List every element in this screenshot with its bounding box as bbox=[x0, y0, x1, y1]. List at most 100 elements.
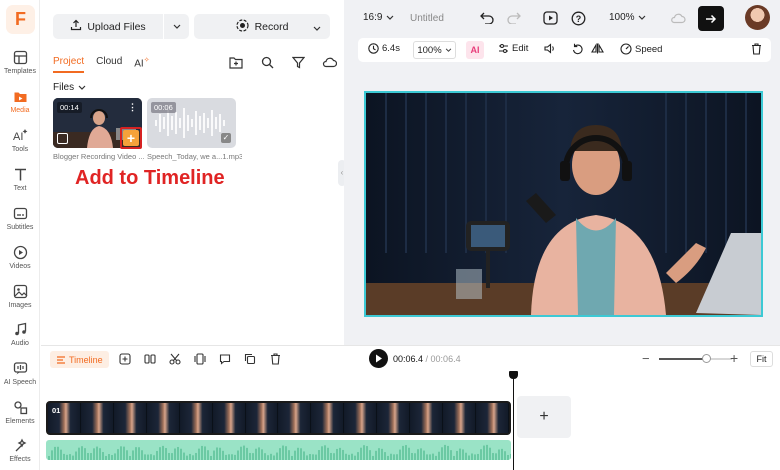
project-title[interactable]: Untitled bbox=[410, 13, 444, 24]
upload-files-button[interactable]: Upload Files bbox=[53, 14, 189, 39]
record-button[interactable]: Record bbox=[194, 14, 330, 39]
fit-button[interactable]: Fit bbox=[750, 351, 773, 367]
checkbox-icon[interactable]: ✓ bbox=[221, 133, 231, 143]
media-tabs: Project Cloud AI✧ bbox=[53, 56, 150, 74]
edit-button[interactable]: Edit bbox=[498, 43, 528, 54]
duplicate-icon[interactable] bbox=[243, 352, 257, 366]
sidebar-item-audio[interactable]: Audio bbox=[0, 320, 40, 356]
add-clip-button[interactable]: + bbox=[517, 396, 571, 438]
timeline-zoom-slider[interactable] bbox=[659, 354, 732, 363]
rotate-icon[interactable] bbox=[572, 43, 583, 55]
waveform-bar bbox=[216, 447, 218, 460]
waveform-bar bbox=[339, 447, 341, 460]
video-type-icon bbox=[57, 133, 68, 144]
sliders-icon bbox=[499, 44, 508, 53]
files-section-header[interactable]: Files bbox=[53, 82, 86, 93]
video-preview-frame[interactable] bbox=[364, 91, 763, 317]
upload-dropdown-chevron-down-icon[interactable] bbox=[164, 24, 189, 29]
waveform-bar bbox=[93, 448, 95, 460]
help-icon[interactable]: ? bbox=[570, 10, 586, 26]
sidebar-item-effects[interactable]: Effects bbox=[0, 436, 40, 470]
split-icon[interactable] bbox=[143, 352, 157, 366]
media-card-audio[interactable]: 00:06 ✓ bbox=[147, 98, 236, 148]
upload-files-label: Upload Files bbox=[87, 20, 146, 33]
zoom-select[interactable]: 100% bbox=[609, 12, 646, 23]
waveform-bar bbox=[333, 453, 335, 460]
tab-cloud[interactable]: Cloud bbox=[96, 56, 122, 73]
flip-icon[interactable] bbox=[591, 43, 604, 54]
timeline-tab[interactable]: Timeline bbox=[50, 351, 109, 368]
zoom-slider-knob[interactable] bbox=[702, 354, 712, 363]
speed-button[interactable]: Speed bbox=[620, 43, 662, 55]
waveform-bar bbox=[432, 453, 434, 460]
tab-ai[interactable]: AI✧ bbox=[134, 56, 149, 73]
add-media-icon[interactable] bbox=[118, 352, 132, 366]
cloud-icon[interactable] bbox=[320, 53, 338, 71]
track-number: 01 bbox=[52, 406, 61, 415]
tab-project[interactable]: Project bbox=[53, 56, 85, 74]
waveform-bar bbox=[249, 452, 251, 460]
waveform-bar bbox=[408, 447, 410, 460]
clip-frame bbox=[146, 403, 180, 433]
waveform-bar bbox=[171, 453, 173, 460]
duration-control[interactable]: 6.4s bbox=[368, 43, 400, 54]
sidebar-item-videos[interactable]: Videos bbox=[0, 243, 40, 279]
edit-label: Edit bbox=[512, 43, 529, 54]
waveform-bar bbox=[60, 449, 62, 460]
sidebar-item-text[interactable]: Text bbox=[0, 165, 40, 201]
sidebar-item-label: AI Speech bbox=[3, 379, 37, 386]
sidebar-item-templates[interactable]: Templates bbox=[0, 48, 40, 84]
filter-icon[interactable] bbox=[289, 53, 307, 71]
waveform-bar bbox=[195, 452, 197, 460]
waveform-bar bbox=[168, 452, 170, 460]
more-options-icon[interactable]: ⋮ bbox=[128, 102, 137, 113]
scale-select[interactable]: 100% bbox=[413, 41, 456, 59]
preview-play-icon[interactable] bbox=[542, 10, 558, 26]
export-button[interactable] bbox=[698, 6, 724, 31]
undo-icon[interactable] bbox=[479, 10, 495, 26]
scissors-icon[interactable] bbox=[168, 352, 182, 366]
sidebar-item-images[interactable]: Images bbox=[0, 282, 40, 318]
waveform-bar bbox=[198, 448, 200, 460]
waveform-bar bbox=[426, 454, 428, 460]
scale-value: 100% bbox=[417, 44, 442, 56]
search-icon[interactable] bbox=[258, 53, 276, 71]
new-folder-icon[interactable] bbox=[227, 53, 245, 71]
waveform-bar bbox=[294, 450, 296, 460]
freeze-frame-icon[interactable] bbox=[193, 352, 207, 366]
ai-enhance-button[interactable]: AI bbox=[466, 41, 484, 59]
trash-icon[interactable] bbox=[751, 43, 762, 55]
playhead-handle[interactable] bbox=[509, 371, 518, 379]
add-to-timeline-button[interactable]: + bbox=[123, 130, 139, 146]
chevron-down-icon[interactable] bbox=[313, 22, 321, 34]
waveform-bar bbox=[357, 452, 359, 460]
sidebar-item-tools[interactable]: AI Tools bbox=[0, 126, 40, 162]
playhead-line[interactable] bbox=[513, 377, 514, 470]
waveform-bar bbox=[288, 450, 290, 460]
waveform-bar bbox=[447, 445, 449, 460]
audio-track-clip[interactable] bbox=[46, 440, 511, 460]
cloud-sync-icon[interactable] bbox=[670, 10, 686, 26]
zoom-out-button[interactable]: − bbox=[642, 351, 650, 366]
sidebar-item-subtitles[interactable]: Subtitles bbox=[0, 204, 40, 240]
sidebar-item-elements[interactable]: Elements bbox=[0, 398, 40, 434]
waveform-bar bbox=[270, 453, 272, 460]
app-logo[interactable]: F bbox=[6, 5, 35, 34]
aspect-ratio-select[interactable]: 16:9 bbox=[363, 12, 394, 23]
zoom-in-button[interactable]: + bbox=[730, 350, 738, 366]
waveform-bar bbox=[141, 450, 143, 460]
sidebar-item-ai-speech[interactable]: AI Speech bbox=[0, 359, 40, 395]
trash-icon[interactable] bbox=[268, 352, 282, 366]
redo-icon[interactable] bbox=[506, 10, 522, 26]
user-avatar[interactable] bbox=[745, 5, 770, 30]
waveform-bar bbox=[381, 448, 383, 460]
sidebar-item-media[interactable]: Media bbox=[0, 87, 40, 123]
play-button[interactable] bbox=[369, 349, 388, 368]
waveform-bar bbox=[207, 450, 209, 460]
upload-files-main[interactable]: Upload Files bbox=[53, 19, 163, 34]
volume-icon[interactable] bbox=[544, 43, 556, 54]
caption-icon[interactable] bbox=[218, 352, 232, 366]
video-track-clip[interactable]: 01 bbox=[46, 401, 511, 435]
waveform-bar bbox=[501, 448, 503, 460]
fit-label: Fit bbox=[756, 354, 767, 364]
